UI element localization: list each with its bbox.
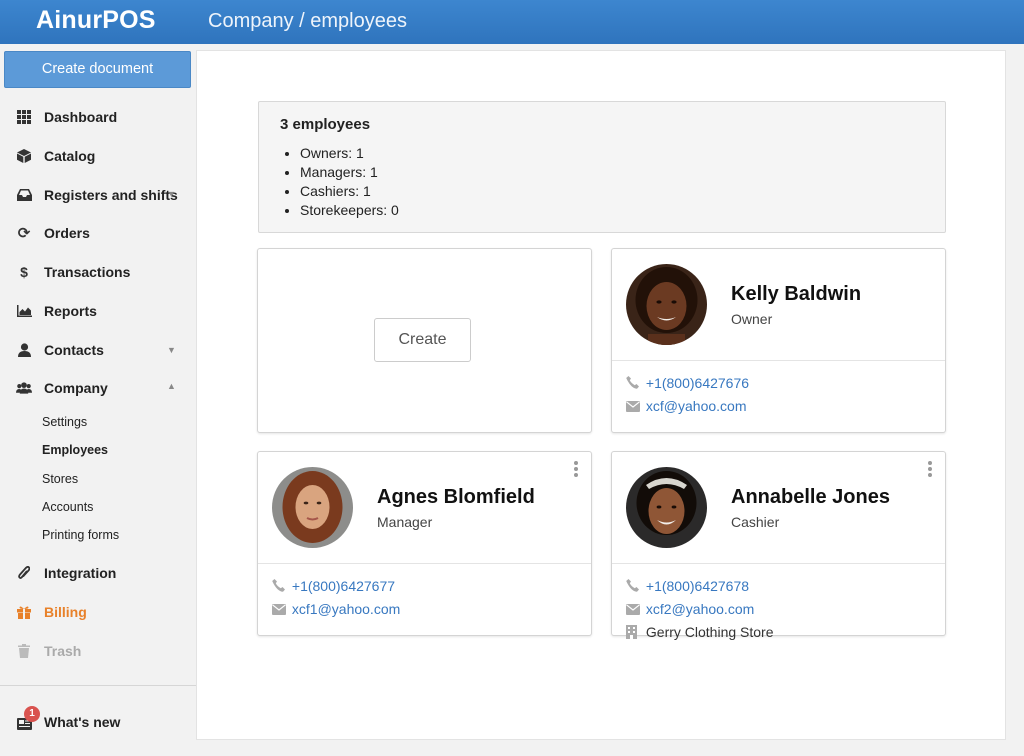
envelope-icon: [272, 602, 288, 618]
sidebar-item-catalog[interactable]: Catalog: [0, 141, 196, 171]
paperclip-icon: [16, 565, 32, 581]
employee-card[interactable]: Annabelle Jones Cashier +1(800)6427678 x…: [611, 451, 946, 640]
sidebar-item-dashboard[interactable]: Dashboard: [0, 102, 196, 132]
sidebar: Create document Dashboard Catalog Regist…: [0, 44, 196, 756]
avatar: [272, 467, 353, 548]
phone-row: +1(800)6427678: [626, 578, 749, 595]
phone-link[interactable]: +1(800)6427677: [292, 578, 395, 594]
envelope-icon: [626, 399, 642, 415]
sidebar-item-label: Company: [44, 380, 108, 396]
sidebar-item-integration[interactable]: Integration: [0, 558, 196, 588]
store-name: Gerry Clothing Store: [645, 624, 774, 640]
trash-icon: [16, 643, 32, 659]
sidebar-item-label: Transactions: [44, 264, 131, 280]
avatar: [626, 467, 707, 548]
create-employee-card: Create: [257, 248, 592, 433]
email-row: xcf@yahoo.com: [626, 398, 746, 415]
sidebar-sub-printing-forms[interactable]: Printing forms: [42, 528, 119, 542]
phone-row: +1(800)6427676: [626, 375, 749, 392]
gift-icon: [16, 604, 32, 620]
dollar-icon: $: [20, 264, 28, 280]
building-icon: [626, 624, 642, 642]
phone-icon: [626, 376, 642, 392]
phone-link[interactable]: +1(800)6427678: [646, 578, 749, 594]
sidebar-sub-stores[interactable]: Stores: [42, 472, 78, 486]
sidebar-item-label: Catalog: [44, 148, 96, 164]
employee-role: Manager: [377, 514, 433, 530]
create-employee-button[interactable]: Create: [374, 318, 471, 362]
card-divider: [612, 563, 945, 564]
area-chart-icon: [16, 303, 32, 319]
avatar: [626, 264, 707, 345]
employee-summary: 3 employees Owners: 1 Managers: 1 Cashie…: [258, 101, 946, 233]
chevron-down-icon: ▼: [167, 189, 176, 199]
sidebar-item-company[interactable]: Company ▲: [0, 373, 196, 403]
sidebar-item-label: Trash: [44, 643, 82, 659]
chevron-down-icon: ▼: [167, 345, 176, 355]
summary-item: Owners: 1: [300, 144, 399, 163]
employee-role: Cashier: [731, 514, 780, 530]
sidebar-item-label: What's new: [44, 714, 121, 730]
sidebar-item-orders[interactable]: ⟳ Orders: [0, 218, 196, 248]
summary-title: 3 employees: [280, 116, 371, 133]
employee-role: Owner: [731, 311, 773, 327]
users-icon: [16, 380, 32, 396]
email-link[interactable]: xcf@yahoo.com: [646, 398, 747, 414]
sidebar-item-label: Orders: [44, 225, 90, 241]
sidebar-divider: [0, 685, 196, 686]
refresh-icon: ⟳: [17, 224, 31, 242]
sidebar-sub-settings[interactable]: Settings: [42, 415, 87, 429]
envelope-icon: [626, 602, 642, 618]
app-logo[interactable]: AinurPOS: [36, 6, 156, 35]
sidebar-item-label: Registers and shifts: [44, 187, 178, 203]
summary-item: Storekeepers: 0: [300, 201, 399, 220]
chevron-up-icon: ▲: [167, 381, 176, 391]
main-content: 3 employees Owners: 1 Managers: 1 Cashie…: [196, 50, 1006, 740]
phone-link[interactable]: +1(800)6427676: [646, 375, 749, 391]
box-icon: [16, 148, 32, 164]
summary-item: Managers: 1: [300, 163, 399, 182]
sidebar-item-label: Integration: [44, 565, 117, 581]
sidebar-item-label: Dashboard: [44, 109, 118, 125]
sidebar-item-label: Contacts: [44, 342, 104, 358]
user-icon: [16, 342, 32, 358]
phone-icon: [272, 579, 288, 595]
more-options-icon[interactable]: [571, 460, 581, 480]
grid-icon: [16, 109, 32, 125]
email-row: xcf1@yahoo.com: [272, 601, 400, 618]
sidebar-sub-employees[interactable]: Employees: [42, 443, 108, 457]
notification-badge: 1: [24, 706, 40, 722]
card-divider: [612, 360, 945, 361]
breadcrumb: Company / employees: [208, 10, 407, 32]
summary-item: Cashiers: 1: [300, 182, 399, 201]
top-bar: AinurPOS Company / employees: [0, 0, 1024, 44]
sidebar-sub-accounts[interactable]: Accounts: [42, 500, 93, 514]
sidebar-item-reports[interactable]: Reports: [0, 296, 196, 326]
phone-icon: [626, 579, 642, 595]
sidebar-item-trash[interactable]: Trash: [0, 636, 196, 666]
phone-row: +1(800)6427677: [272, 578, 395, 595]
employee-card[interactable]: Agnes Blomfield Manager +1(800)6427677 x…: [257, 451, 592, 636]
email-row: xcf2@yahoo.com: [626, 601, 754, 618]
sidebar-item-label: Billing: [44, 604, 87, 620]
create-document-button[interactable]: Create document: [4, 51, 191, 88]
email-link[interactable]: xcf1@yahoo.com: [292, 601, 400, 617]
employee-name: Kelly Baldwin: [731, 283, 862, 305]
more-options-icon[interactable]: [925, 460, 935, 480]
email-link[interactable]: xcf2@yahoo.com: [646, 601, 754, 617]
summary-list: Owners: 1 Managers: 1 Cashiers: 1 Storek…: [300, 144, 399, 220]
card-divider: [258, 563, 591, 564]
sidebar-item-registers[interactable]: Registers and shifts ▼: [0, 180, 196, 210]
sidebar-item-billing[interactable]: Billing: [0, 597, 196, 627]
store-row: Gerry Clothing Store: [626, 624, 774, 642]
employee-card[interactable]: Kelly Baldwin Owner +1(800)6427676 xcf@y…: [611, 248, 946, 433]
employee-name: Annabelle Jones: [731, 486, 890, 508]
sidebar-item-contacts[interactable]: Contacts ▼: [0, 335, 196, 365]
inbox-icon: [16, 187, 32, 203]
sidebar-item-label: Reports: [44, 303, 97, 319]
employee-name: Agnes Blomfield: [377, 486, 535, 508]
sidebar-item-transactions[interactable]: $ Transactions: [0, 257, 196, 287]
